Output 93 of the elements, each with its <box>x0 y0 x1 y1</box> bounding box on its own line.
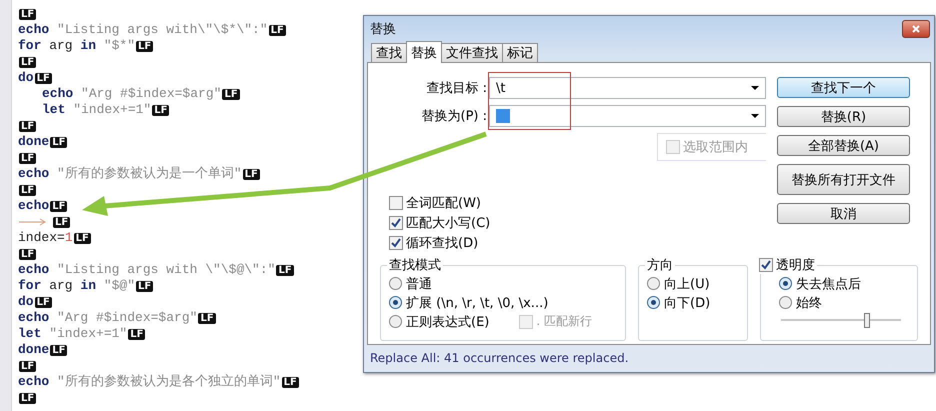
code-text: arg <box>48 278 74 294</box>
window-title: 替换 <box>370 20 396 38</box>
combo-box[interactable]: \t <box>489 77 766 99</box>
checkbox[interactable]: 匹配大小写(C) <box>389 213 766 232</box>
keyword: done <box>18 342 50 358</box>
radio-button[interactable]: 始终 <box>779 293 909 312</box>
button[interactable]: 查找下一个 <box>777 77 910 98</box>
line-ending-badge: LF <box>136 40 154 52</box>
keyword: echo <box>18 22 50 38</box>
string-literal: "Arg #$index=$arg" <box>80 86 222 102</box>
keyword: do <box>18 294 34 310</box>
line-ending-badge: LF <box>222 88 240 100</box>
line-ending-badge: LF <box>19 120 36 132</box>
button[interactable]: 取消 <box>777 203 910 224</box>
string-literal: "$*" <box>102 38 136 54</box>
line-ending-badge: LF <box>19 184 36 196</box>
radio-button[interactable]: 向下(D) <box>647 293 739 312</box>
checkbox[interactable]: 全词匹配(W) <box>389 193 766 212</box>
code-text: arg <box>48 38 74 54</box>
keyword: done <box>18 134 50 150</box>
field-label: 替换为(P) : <box>420 108 488 125</box>
status-text: Replace All: 41 occurrences were replaced. <box>369 350 630 367</box>
line-ending-badge: LF <box>19 8 36 20</box>
line-ending-badge: LF <box>34 296 52 308</box>
line-ending-badge: LF <box>268 24 286 36</box>
line-ending-badge: LF <box>19 152 36 164</box>
string-literal: "所有的参数被认为是一个单词" <box>56 166 242 182</box>
group-title: 方向 <box>645 256 675 274</box>
code-text: index= <box>18 230 65 246</box>
button[interactable]: 全部替换(A) <box>777 135 910 156</box>
slider-thumb[interactable] <box>864 313 870 328</box>
radio-button[interactable]: 普通 <box>389 274 617 293</box>
keyword: echo <box>18 198 50 214</box>
check-icon <box>760 258 772 270</box>
tab[interactable]: 替换 <box>406 41 442 63</box>
number-literal: 1 <box>64 230 73 246</box>
string-literal: "Listing args with\"\$*\":" <box>56 22 268 38</box>
combo-box[interactable] <box>489 105 766 127</box>
keyword: echo <box>18 166 50 182</box>
line-ending-badge: LF <box>136 280 154 292</box>
line-ending-badge: LF <box>50 344 68 356</box>
line-ending-badge: LF <box>152 104 170 116</box>
string-literal: "index+=1" <box>72 102 152 118</box>
line-ending-badge: LF <box>282 376 299 388</box>
check-icon <box>390 236 402 248</box>
radio-button[interactable]: 扩展 (\n, \r, \t, \0, \x...) <box>389 293 617 312</box>
checkbox[interactable]: 循环查找(D) <box>389 233 766 252</box>
check-icon <box>390 216 402 228</box>
keyword: for <box>18 278 42 294</box>
keyword: echo <box>18 310 50 326</box>
keyword: echo <box>18 262 50 278</box>
close-icon <box>910 22 922 34</box>
radio-button[interactable]: 正则表达式(E) <box>389 312 490 331</box>
keyword: in <box>80 278 96 294</box>
line-ending-badge: LF <box>50 200 68 212</box>
string-literal: "所有的参数被认为是各个独立的单词" <box>56 374 281 390</box>
tab-arrow-icon <box>18 216 48 228</box>
line-ending-badge: LF <box>19 248 36 260</box>
line-ending-badge: LF <box>198 312 216 324</box>
dropdown-icon <box>751 114 759 118</box>
line-ending-badge: LF <box>19 56 36 68</box>
keyword: echo <box>42 86 74 102</box>
line-ending-badge: LF <box>19 392 36 404</box>
line-ending-badge: LF <box>276 264 294 276</box>
checkbox[interactable]: 透明度 <box>759 255 817 274</box>
button[interactable]: 替换所有打开文件 <box>777 164 910 195</box>
group-title: 查找模式 <box>387 256 443 274</box>
dropdown-icon <box>751 86 759 90</box>
string-literal: "$@" <box>102 278 136 294</box>
line-ending-badge: LF <box>242 168 260 180</box>
line-ending-badge: LF <box>128 328 146 340</box>
tab[interactable]: 查找 <box>371 43 407 62</box>
keyword: in <box>80 38 96 54</box>
line-ending-badge: LF <box>53 216 70 228</box>
radio-button[interactable]: 失去焦点后 <box>779 274 909 293</box>
close-button[interactable] <box>902 20 930 38</box>
keyword: let <box>18 326 42 342</box>
line-ending-badge: LF <box>74 232 91 244</box>
tab[interactable]: 文件查找 <box>441 43 503 62</box>
line-ending-badge: LF <box>19 360 36 372</box>
button[interactable]: 替换(R) <box>777 106 910 127</box>
keyword: for <box>18 38 42 54</box>
field-label: 查找目标 : <box>425 80 488 97</box>
keyword: echo <box>18 374 50 390</box>
string-literal: "Listing args with \"\$@\":" <box>56 262 276 278</box>
line-ending-badge: LF <box>50 136 68 148</box>
radio-button[interactable]: 向上(U) <box>647 274 739 293</box>
string-literal: "index+=1" <box>48 326 128 342</box>
keyword: let <box>42 102 66 118</box>
string-literal: "Arg #$index=$arg" <box>56 310 198 326</box>
keyword: do <box>18 70 34 86</box>
line-ending-badge: LF <box>34 72 52 84</box>
tab[interactable]: 标记 <box>502 43 538 62</box>
